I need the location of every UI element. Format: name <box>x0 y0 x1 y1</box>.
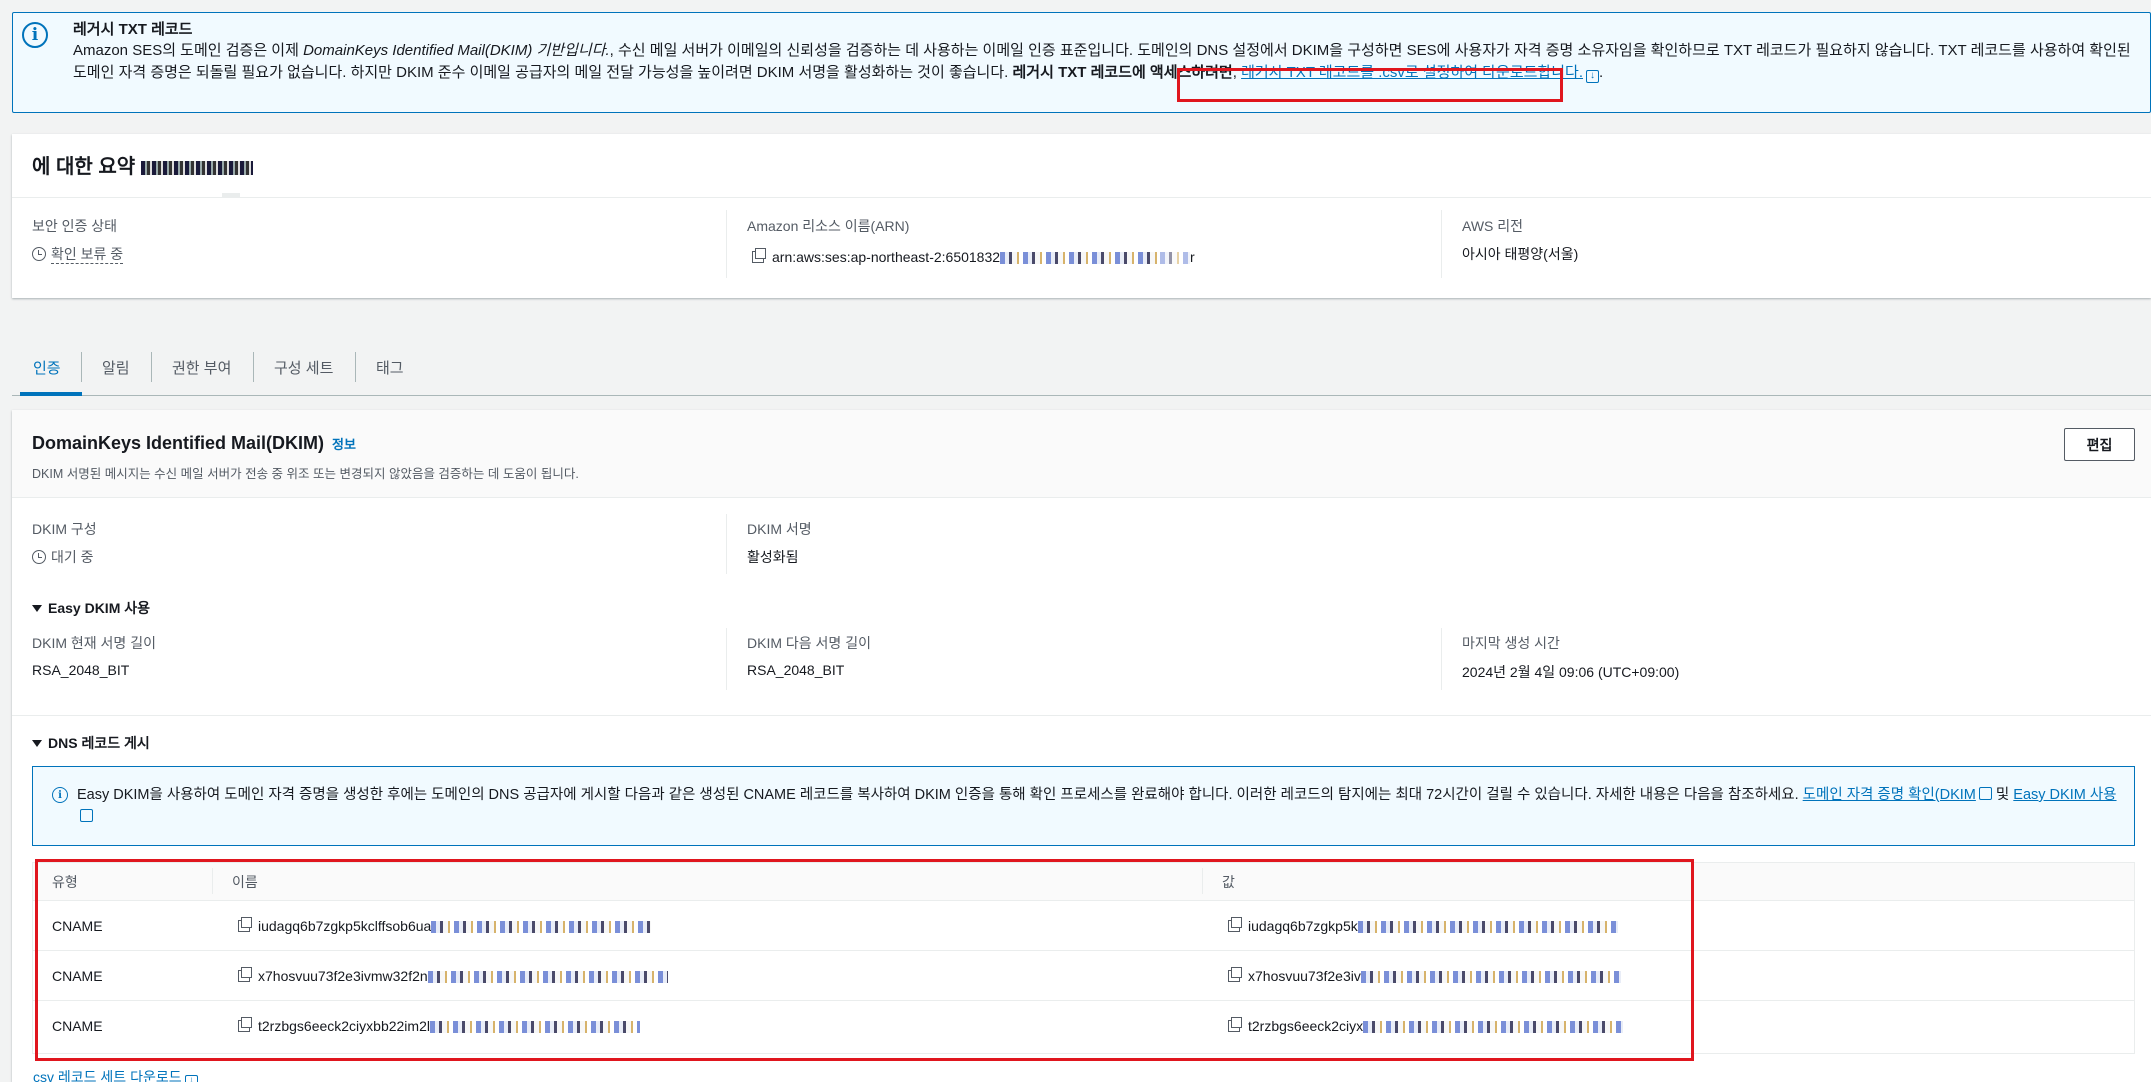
summary-tab-marker <box>222 193 240 198</box>
tab-configuration-sets[interactable]: 구성 세트 <box>274 357 333 378</box>
redacted-domain <box>140 160 253 175</box>
tab-authentication[interactable]: 인증 <box>33 357 61 378</box>
dkim-config-value: 대기 중 <box>32 547 94 567</box>
summary-title: 에 대한 요약 <box>32 150 253 179</box>
copy-icon[interactable] <box>752 248 766 263</box>
pending-icon <box>32 247 46 261</box>
dkim-card-header <box>12 410 2151 498</box>
highlight-box <box>35 859 1694 1061</box>
last-generated-label: 마지막 생성 시간 <box>1462 635 1560 651</box>
download-icon: ↓ <box>1586 70 1600 83</box>
caret-down-icon <box>32 605 42 612</box>
tab-tags[interactable]: 태그 <box>376 357 404 378</box>
download-icon: ↓ <box>184 1075 198 1082</box>
column-divider <box>1441 628 1442 690</box>
tab-separator <box>81 352 82 382</box>
domain-verification-link[interactable]: 도메인 자격 증명 확인(DKIM <box>1803 787 1976 803</box>
current-signing-length-label: DKIM 현재 서명 길이 <box>32 635 156 651</box>
tab-notifications[interactable]: 알림 <box>102 357 130 378</box>
highlight-box <box>1177 68 1563 102</box>
column-divider <box>726 210 727 278</box>
dkim-title: DomainKeys Identified Mail(DKIM) 정보 <box>32 433 356 453</box>
redacted-arn <box>1000 252 1161 265</box>
info-icon: i <box>22 22 48 48</box>
next-signing-length-value: RSA_2048_BIT <box>747 662 845 678</box>
region-value: 아시아 태평양(서울) <box>1462 246 1579 262</box>
external-link-icon <box>1978 787 1992 800</box>
dkim-description: DKIM 서명된 메시지는 수신 메일 서버가 전송 중 위조 또는 변경되지 … <box>32 467 579 481</box>
dkim-signing-value: 활성화됨 <box>747 549 799 565</box>
next-signing-length-label: DKIM 다음 서명 길이 <box>747 635 871 651</box>
info-link[interactable]: 정보 <box>332 437 356 452</box>
dkim-config-label: DKIM 구성 <box>32 521 97 537</box>
publish-dns-toggle[interactable]: DNS 레코드 게시 <box>32 733 150 753</box>
download-csv-record-set-link[interactable]: csv 레코드 세트 다운로드 ↓ <box>33 1067 198 1082</box>
column-divider <box>726 628 727 690</box>
arn-value: arn:aws:ses:ap-northeast-2:6501832 r <box>752 248 1195 265</box>
edit-button[interactable]: 편집 <box>2064 428 2135 461</box>
tab-separator <box>355 352 356 382</box>
region-label: AWS 리전 <box>1462 218 1524 234</box>
summary-card <box>12 134 2151 298</box>
section-divider <box>12 715 2151 716</box>
dkim-signing-label: DKIM 서명 <box>747 521 812 537</box>
active-tab-indicator <box>20 392 82 396</box>
caret-down-icon <box>32 740 42 747</box>
easy-dkim-toggle[interactable]: Easy DKIM 사용 <box>32 598 150 618</box>
column-divider <box>1441 210 1442 278</box>
tab-authorization[interactable]: 권한 부여 <box>172 357 231 378</box>
info-icon: i <box>52 787 68 803</box>
summary-divider <box>12 197 2151 198</box>
pending-icon <box>32 550 46 564</box>
arn-label: Amazon 리소스 이름(ARN) <box>747 218 910 234</box>
tab-separator <box>253 352 254 382</box>
external-link-icon <box>80 809 93 822</box>
banner-title: 레거시 TXT 레코드 <box>73 21 193 38</box>
column-divider <box>726 514 727 574</box>
verification-status-label: 보안 인증 상태 <box>32 218 118 234</box>
easy-dkim-link[interactable]: Easy DKIM 사용 <box>2013 787 2116 803</box>
dns-info-text: Easy DKIM을 사용하여 도메인 자격 증명을 생성한 후에는 도메인의 … <box>77 784 2117 828</box>
banner-body: Amazon SES의 도메인 검증은 이제 DomainKeys Identi… <box>73 42 2131 83</box>
verification-status-value: 확인 보류 중 <box>32 244 124 264</box>
last-generated-value: 2024년 2월 4일 09:06 (UTC+09:00) <box>1462 664 1680 680</box>
tab-separator <box>151 352 152 382</box>
current-signing-length-value: RSA_2048_BIT <box>32 662 130 678</box>
